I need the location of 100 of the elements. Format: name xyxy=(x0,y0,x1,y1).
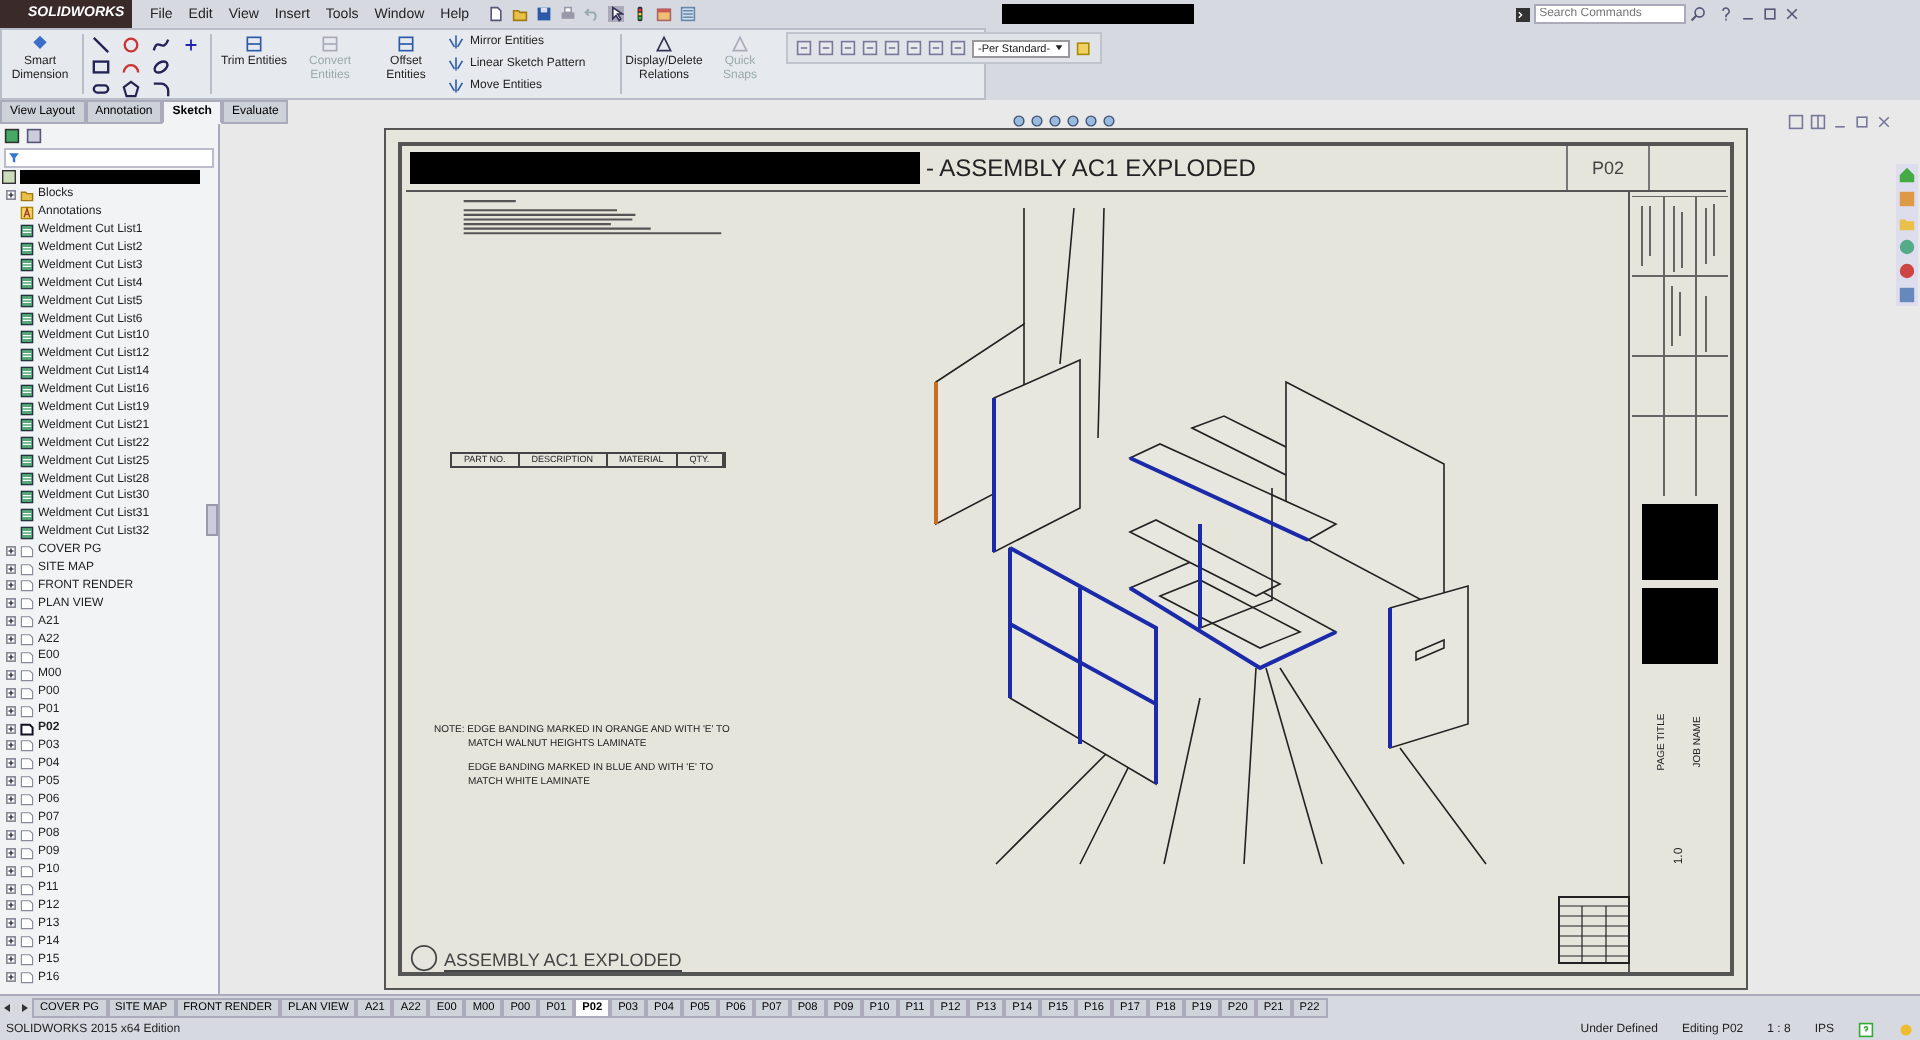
sheet-title: - ASSEMBLY AC1 EXPLODED xyxy=(926,154,1256,182)
tile-icon[interactable] xyxy=(1810,114,1826,130)
new-document-icon[interactable] xyxy=(487,6,504,22)
annotation-icon xyxy=(20,205,34,220)
folder-icon xyxy=(20,187,34,202)
pattern-icon xyxy=(448,78,464,94)
drawing-tool-icon[interactable] xyxy=(862,40,878,56)
pattern-icon xyxy=(448,56,464,72)
slot-icon[interactable] xyxy=(92,79,110,97)
cut-list-icon xyxy=(20,347,34,362)
folder-icon[interactable] xyxy=(511,6,528,22)
view-label-circle-icon xyxy=(410,944,438,972)
cut-list-icon xyxy=(20,525,34,540)
page-number: P02 xyxy=(1565,146,1650,190)
drawing-document-icon xyxy=(2,169,16,184)
drawing-tool-icon[interactable] xyxy=(884,40,900,56)
expand-icon[interactable] xyxy=(6,954,16,965)
expand-icon[interactable] xyxy=(6,776,16,787)
drawing-tool-icon[interactable] xyxy=(818,40,834,56)
drawing-tool-icon[interactable] xyxy=(950,40,966,56)
line-icon[interactable] xyxy=(92,35,110,53)
expand-icon[interactable] xyxy=(6,918,16,929)
triangle-icon xyxy=(654,34,674,54)
expand-icon[interactable] xyxy=(6,936,16,947)
options-icon[interactable] xyxy=(655,6,672,22)
circle-icon[interactable] xyxy=(122,35,140,53)
square-icon xyxy=(244,34,264,54)
cut-list-icon xyxy=(20,258,34,273)
cut-list-icon xyxy=(20,383,34,398)
tile-icon[interactable] xyxy=(1788,114,1804,130)
triangle-icon xyxy=(730,34,750,54)
terminal-icon xyxy=(1515,7,1530,21)
expand-icon[interactable] xyxy=(6,758,16,769)
property-icon[interactable] xyxy=(26,128,42,144)
expand-icon[interactable] xyxy=(6,883,16,894)
square-icon xyxy=(396,34,416,54)
cut-list-icon xyxy=(20,294,34,309)
cut-list-icon xyxy=(20,365,34,380)
pattern-icon xyxy=(448,34,464,50)
expand-icon[interactable] xyxy=(6,634,16,645)
expand-icon[interactable] xyxy=(6,616,16,627)
expand-icon[interactable] xyxy=(6,545,16,556)
list-icon[interactable] xyxy=(679,6,696,22)
save-icon[interactable] xyxy=(535,6,552,22)
redaction-block xyxy=(1642,588,1718,664)
spline-icon[interactable] xyxy=(152,35,170,53)
layer-icon[interactable] xyxy=(1075,40,1092,56)
cut-list-icon xyxy=(20,223,34,238)
feature-tree-icon[interactable] xyxy=(4,128,20,144)
expand-icon[interactable] xyxy=(6,598,16,609)
expand-icon[interactable] xyxy=(6,705,16,716)
revision-table-drawing xyxy=(1558,896,1630,964)
filter-icon xyxy=(8,152,20,164)
filter-field[interactable] xyxy=(4,148,214,168)
help-icon[interactable] xyxy=(1858,1022,1874,1038)
drawing-tool-icon[interactable] xyxy=(928,40,944,56)
expand-icon[interactable] xyxy=(6,740,16,751)
expand-icon[interactable] xyxy=(6,829,16,840)
cut-list-icon xyxy=(20,276,34,291)
redaction-block xyxy=(1642,504,1718,580)
panel-collapse-handle[interactable] xyxy=(206,504,218,536)
caret-icon xyxy=(1053,41,1064,51)
cut-list-icon xyxy=(20,454,34,469)
expand-icon[interactable] xyxy=(6,651,16,662)
expand-icon[interactable] xyxy=(6,972,16,983)
expand-icon[interactable] xyxy=(6,563,16,574)
expand-icon[interactable] xyxy=(6,669,16,680)
drawing-tool-icon[interactable] xyxy=(906,40,922,56)
help-icon[interactable] xyxy=(1717,6,1734,22)
expand-icon[interactable] xyxy=(6,812,16,822)
expand-icon[interactable] xyxy=(6,580,16,591)
cut-list-icon xyxy=(20,241,34,255)
polygon-icon[interactable] xyxy=(122,79,140,97)
cut-list-icon xyxy=(20,436,34,451)
select-arrow-icon[interactable] xyxy=(607,6,624,22)
cut-list-icon xyxy=(20,507,34,522)
scroll-left-icon[interactable] xyxy=(2,1002,14,1014)
rectangle-icon[interactable] xyxy=(92,57,110,75)
square-icon xyxy=(320,34,340,54)
drawing-tool-icon[interactable] xyxy=(796,40,812,56)
printer-icon[interactable] xyxy=(559,6,576,22)
expand-icon[interactable] xyxy=(6,900,16,911)
ellipse-icon[interactable] xyxy=(152,57,170,75)
drawing-tool-icon[interactable] xyxy=(840,40,856,56)
search-icon[interactable] xyxy=(1689,6,1706,22)
view-label: ASSEMBLY AC1 EXPLODED xyxy=(444,950,682,972)
fillet-icon[interactable] xyxy=(152,79,170,97)
expand-icon[interactable] xyxy=(6,847,16,858)
expand-icon[interactable] xyxy=(6,687,16,698)
restore-icon[interactable] xyxy=(1761,6,1778,22)
expand-icon[interactable] xyxy=(6,189,16,200)
expand-icon[interactable] xyxy=(6,723,16,734)
expand-icon[interactable] xyxy=(6,865,16,876)
point-icon[interactable] xyxy=(182,35,200,53)
restore-icon[interactable] xyxy=(1854,114,1870,130)
close-icon[interactable] xyxy=(1876,114,1892,130)
close-icon[interactable] xyxy=(1783,6,1800,22)
expand-icon[interactable] xyxy=(6,794,16,805)
diamond-icon xyxy=(30,34,50,54)
scroll-right-icon[interactable] xyxy=(18,1002,30,1014)
